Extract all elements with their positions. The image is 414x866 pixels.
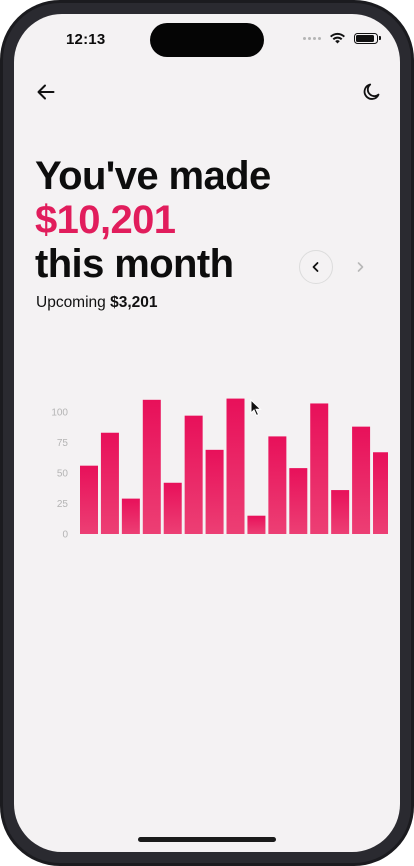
chart-bar[interactable]: [331, 490, 350, 534]
earnings-bar-chart: 0 25 50 75 100: [51, 398, 388, 541]
chart-bar[interactable]: [310, 403, 329, 534]
home-indicator[interactable]: [138, 837, 276, 842]
arrow-left-icon: [37, 84, 55, 100]
signal-dots-icon: [303, 36, 321, 40]
chart-bar[interactable]: [121, 498, 140, 534]
y-tick-label: 0: [62, 530, 68, 541]
status-icons: [303, 32, 381, 44]
screen: 12:13 You've made $10,201 this month Upc…: [14, 14, 400, 852]
chart-bar[interactable]: [289, 468, 308, 534]
earnings-headline: You've made $10,201 this month: [35, 154, 271, 286]
chart-bar[interactable]: [352, 426, 371, 534]
theme-toggle-button[interactable]: [360, 80, 384, 104]
next-month-button[interactable]: [343, 250, 377, 284]
upcoming-amount: $3,201: [110, 294, 158, 311]
y-tick-label: 100: [51, 408, 68, 419]
chart-bar[interactable]: [226, 398, 245, 534]
previous-month-button[interactable]: [299, 250, 333, 284]
chart-bar[interactable]: [100, 432, 119, 534]
chevron-left-icon: [312, 262, 319, 272]
status-time: 12:13: [66, 31, 106, 48]
dynamic-island: [150, 23, 264, 57]
battery-icon: [354, 32, 381, 44]
earnings-amount: $10,201: [35, 198, 176, 242]
y-axis: 0 25 50 75 100: [51, 408, 68, 541]
chart-bar[interactable]: [142, 399, 161, 534]
phone-frame: 12:13 You've made $10,201 this month Upc…: [0, 0, 414, 866]
chart-bar[interactable]: [80, 465, 98, 534]
chart-bar[interactable]: [247, 515, 266, 534]
headline-line-3: this month: [35, 242, 234, 286]
y-tick-label: 50: [57, 469, 69, 480]
y-tick-label: 75: [57, 438, 69, 449]
mouse-cursor-icon: [250, 399, 262, 417]
moon-icon: [363, 83, 380, 100]
chart-bar[interactable]: [163, 482, 182, 534]
chart-bar[interactable]: [373, 452, 388, 534]
chart-bar[interactable]: [268, 436, 287, 534]
bars: [80, 398, 388, 534]
chart-bar[interactable]: [184, 415, 203, 534]
chevron-right-icon: [357, 262, 364, 272]
upcoming-summary: Upcoming $3,201: [36, 294, 158, 312]
upcoming-label: Upcoming: [36, 294, 106, 311]
back-button[interactable]: [34, 80, 58, 104]
y-tick-label: 25: [57, 499, 69, 510]
wifi-icon: [330, 32, 345, 44]
chart-bar[interactable]: [205, 449, 224, 534]
headline-line-1: You've made: [35, 154, 271, 198]
